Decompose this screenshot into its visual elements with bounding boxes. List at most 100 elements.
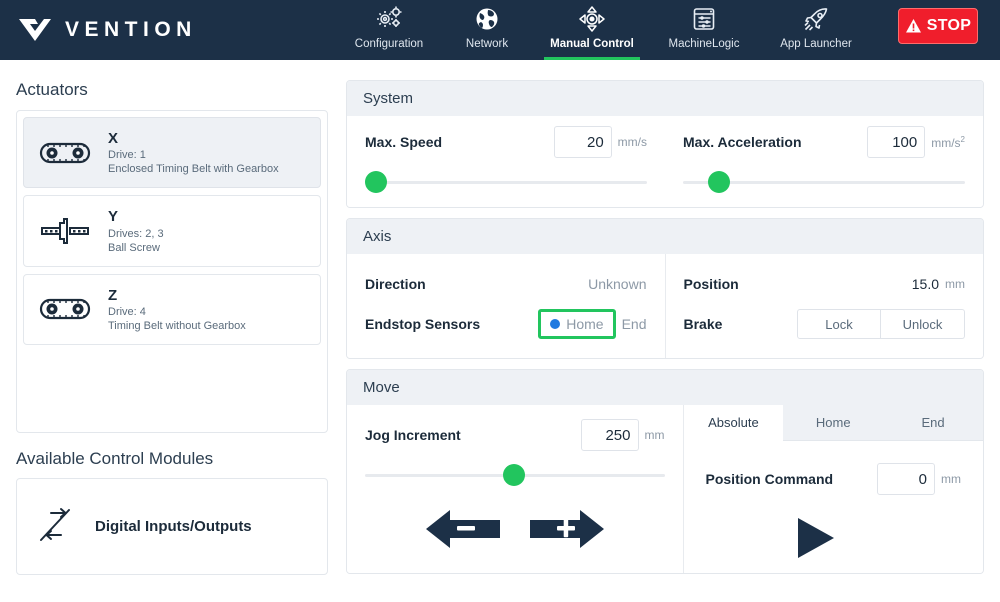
slider-thumb[interactable]	[502, 464, 525, 486]
endstop-home-indicator[interactable]: Home	[538, 309, 616, 339]
brake-row: Brake Lock Unlock	[683, 304, 965, 344]
brake-button-group: Lock Unlock	[797, 309, 965, 339]
slider-thumb[interactable]	[365, 171, 387, 193]
endstop-end-label: End	[621, 316, 647, 332]
module-card-digital-io[interactable]: Digital Inputs/Outputs	[16, 478, 328, 575]
ball-screw-icon	[36, 217, 94, 245]
move-action-buttons	[684, 515, 984, 566]
brake-lock-button[interactable]: Lock	[797, 309, 881, 339]
actuator-card-x[interactable]: X Drive: 1 Enclosed Timing Belt with Gea…	[23, 117, 321, 189]
move-target-controls: Absolute Home End Position Command mm	[683, 405, 984, 573]
nav-items: Configuration Network Manual Control Mac…	[340, 0, 872, 60]
brake-unlock-button[interactable]: Unlock	[881, 309, 965, 339]
max-speed-control: Max. Speed mm/s	[347, 126, 665, 193]
tab-home[interactable]: Home	[783, 405, 883, 440]
axis-status-column: Direction Unknown Endstop Sensors Home E…	[347, 254, 666, 358]
axis-panel: Axis Direction Unknown Endstop Sensors H…	[346, 218, 984, 359]
actuator-info: Z Drive: 4 Timing Belt without Gearbox	[108, 286, 246, 333]
jog-controls: Jog Increment mm	[347, 405, 684, 573]
tab-end[interactable]: End	[883, 405, 983, 440]
max-acceleration-input[interactable]	[867, 126, 926, 158]
tab-absolute[interactable]: Absolute	[683, 405, 784, 441]
max-acceleration-control: Max. Acceleration mm/s2	[665, 126, 983, 193]
move-panel: Move Jog Increment mm	[346, 369, 984, 574]
max-speed-slider[interactable]	[365, 171, 647, 193]
system-panel-body: Max. Speed mm/s Max. Acceleration mm/s2	[347, 116, 983, 207]
actuator-drive: Drive: 1	[108, 149, 146, 162]
position-label: Position	[683, 276, 739, 292]
rocket-icon	[803, 4, 830, 34]
globe-icon	[474, 4, 500, 34]
max-acceleration-label: Max. Acceleration	[683, 134, 802, 150]
gears-icon	[374, 4, 404, 34]
timing-belt-icon	[36, 295, 94, 323]
arrow-right-plus-icon	[529, 510, 604, 548]
nav-item-app-launcher[interactable]: App Launcher	[760, 0, 872, 60]
jog-increment-row: Jog Increment mm	[365, 419, 665, 451]
endstop-row: Endstop Sensors Home End	[365, 304, 647, 344]
move-panel-title: Move	[347, 370, 983, 405]
play-button[interactable]	[794, 515, 838, 566]
actuator-info: Y Drives: 2, 3 Ball Screw	[108, 207, 164, 254]
jog-increment-slider[interactable]	[365, 464, 665, 486]
max-acceleration-row: Max. Acceleration mm/s2	[683, 126, 965, 158]
input-output-arrows-icon	[35, 504, 79, 549]
nav-item-manual-control[interactable]: Manual Control	[536, 0, 648, 60]
actuator-drive: Drives: 2, 3	[108, 227, 164, 240]
slider-thumb[interactable]	[708, 171, 731, 193]
emergency-stop-button[interactable]: STOP	[898, 8, 978, 44]
position-unit: mm	[945, 277, 965, 291]
endstop-home-label: Home	[566, 316, 604, 332]
home-status-dot	[550, 319, 561, 329]
actuator-axis: Y	[108, 208, 119, 226]
endstop-label: Endstop Sensors	[365, 316, 481, 332]
position-row: Position 15.0 mm	[684, 264, 966, 304]
jog-plus-button[interactable]	[528, 506, 606, 557]
axis-panel-body: Direction Unknown Endstop Sensors Home E…	[347, 254, 983, 358]
sliders-window-icon	[691, 4, 717, 34]
direction-value: Unknown	[588, 276, 647, 292]
direction-label: Direction	[365, 276, 426, 292]
actuator-list: X Drive: 1 Enclosed Timing Belt with Gea…	[16, 110, 328, 433]
jog-minus-button[interactable]	[424, 506, 502, 557]
nav-item-network[interactable]: Network	[438, 0, 536, 60]
actuator-card-z[interactable]: Z Drive: 4 Timing Belt without Gearbox	[23, 273, 321, 346]
arrow-left-minus-icon	[425, 510, 500, 548]
move-panel-body: Jog Increment mm	[347, 405, 983, 573]
position-command-unit: mm	[941, 472, 961, 486]
max-speed-input[interactable]	[553, 126, 612, 158]
actuator-axis: Z	[108, 286, 118, 304]
slider-track	[365, 181, 647, 184]
endstop-indicators: Home End	[538, 309, 647, 339]
actuator-drive: Drive: 4	[108, 305, 146, 318]
axis-position-column: Position 15.0 mm Brake Lock Unlock	[666, 254, 984, 358]
jog-increment-label: Jog Increment	[365, 427, 461, 443]
system-panel-title: System	[347, 81, 983, 116]
max-acceleration-unit: mm/s2	[931, 134, 965, 150]
four-way-arrows-icon	[578, 4, 606, 34]
jog-button-row	[365, 506, 665, 557]
nav-item-label: Manual Control	[550, 38, 634, 50]
position-command-row: Position Command mm	[684, 441, 984, 495]
nav-item-label: Network	[465, 38, 509, 50]
timing-belt-icon	[36, 139, 94, 167]
direction-row: Direction Unknown	[365, 264, 647, 304]
brake-label: Brake	[683, 316, 723, 332]
actuator-type: Enclosed Timing Belt with Gearbox	[108, 163, 279, 176]
position-value: 15.0	[911, 276, 939, 292]
modules-title: Available Control Modules	[16, 449, 214, 468]
nav-item-machinelogic[interactable]: MachineLogic	[648, 0, 760, 60]
jog-increment-input[interactable]	[580, 419, 639, 451]
actuator-info: X Drive: 1 Enclosed Timing Belt with Gea…	[108, 129, 279, 176]
top-navbar: VENTION Configuration Network Manual Con…	[0, 0, 1000, 60]
nav-item-label: MachineLogic	[668, 38, 740, 50]
brand-name: VENTION	[65, 18, 197, 41]
max-acceleration-slider[interactable]	[683, 171, 965, 193]
system-panel: System Max. Speed mm/s Max. Accele	[346, 80, 984, 208]
main-content: System Max. Speed mm/s Max. Accele	[346, 60, 984, 575]
position-command-input[interactable]	[877, 463, 935, 495]
max-speed-label: Max. Speed	[365, 134, 443, 150]
nav-item-configuration[interactable]: Configuration	[340, 0, 438, 60]
actuator-card-y[interactable]: Y Drives: 2, 3 Ball Screw	[23, 195, 321, 267]
actuator-axis: X	[108, 130, 119, 147]
